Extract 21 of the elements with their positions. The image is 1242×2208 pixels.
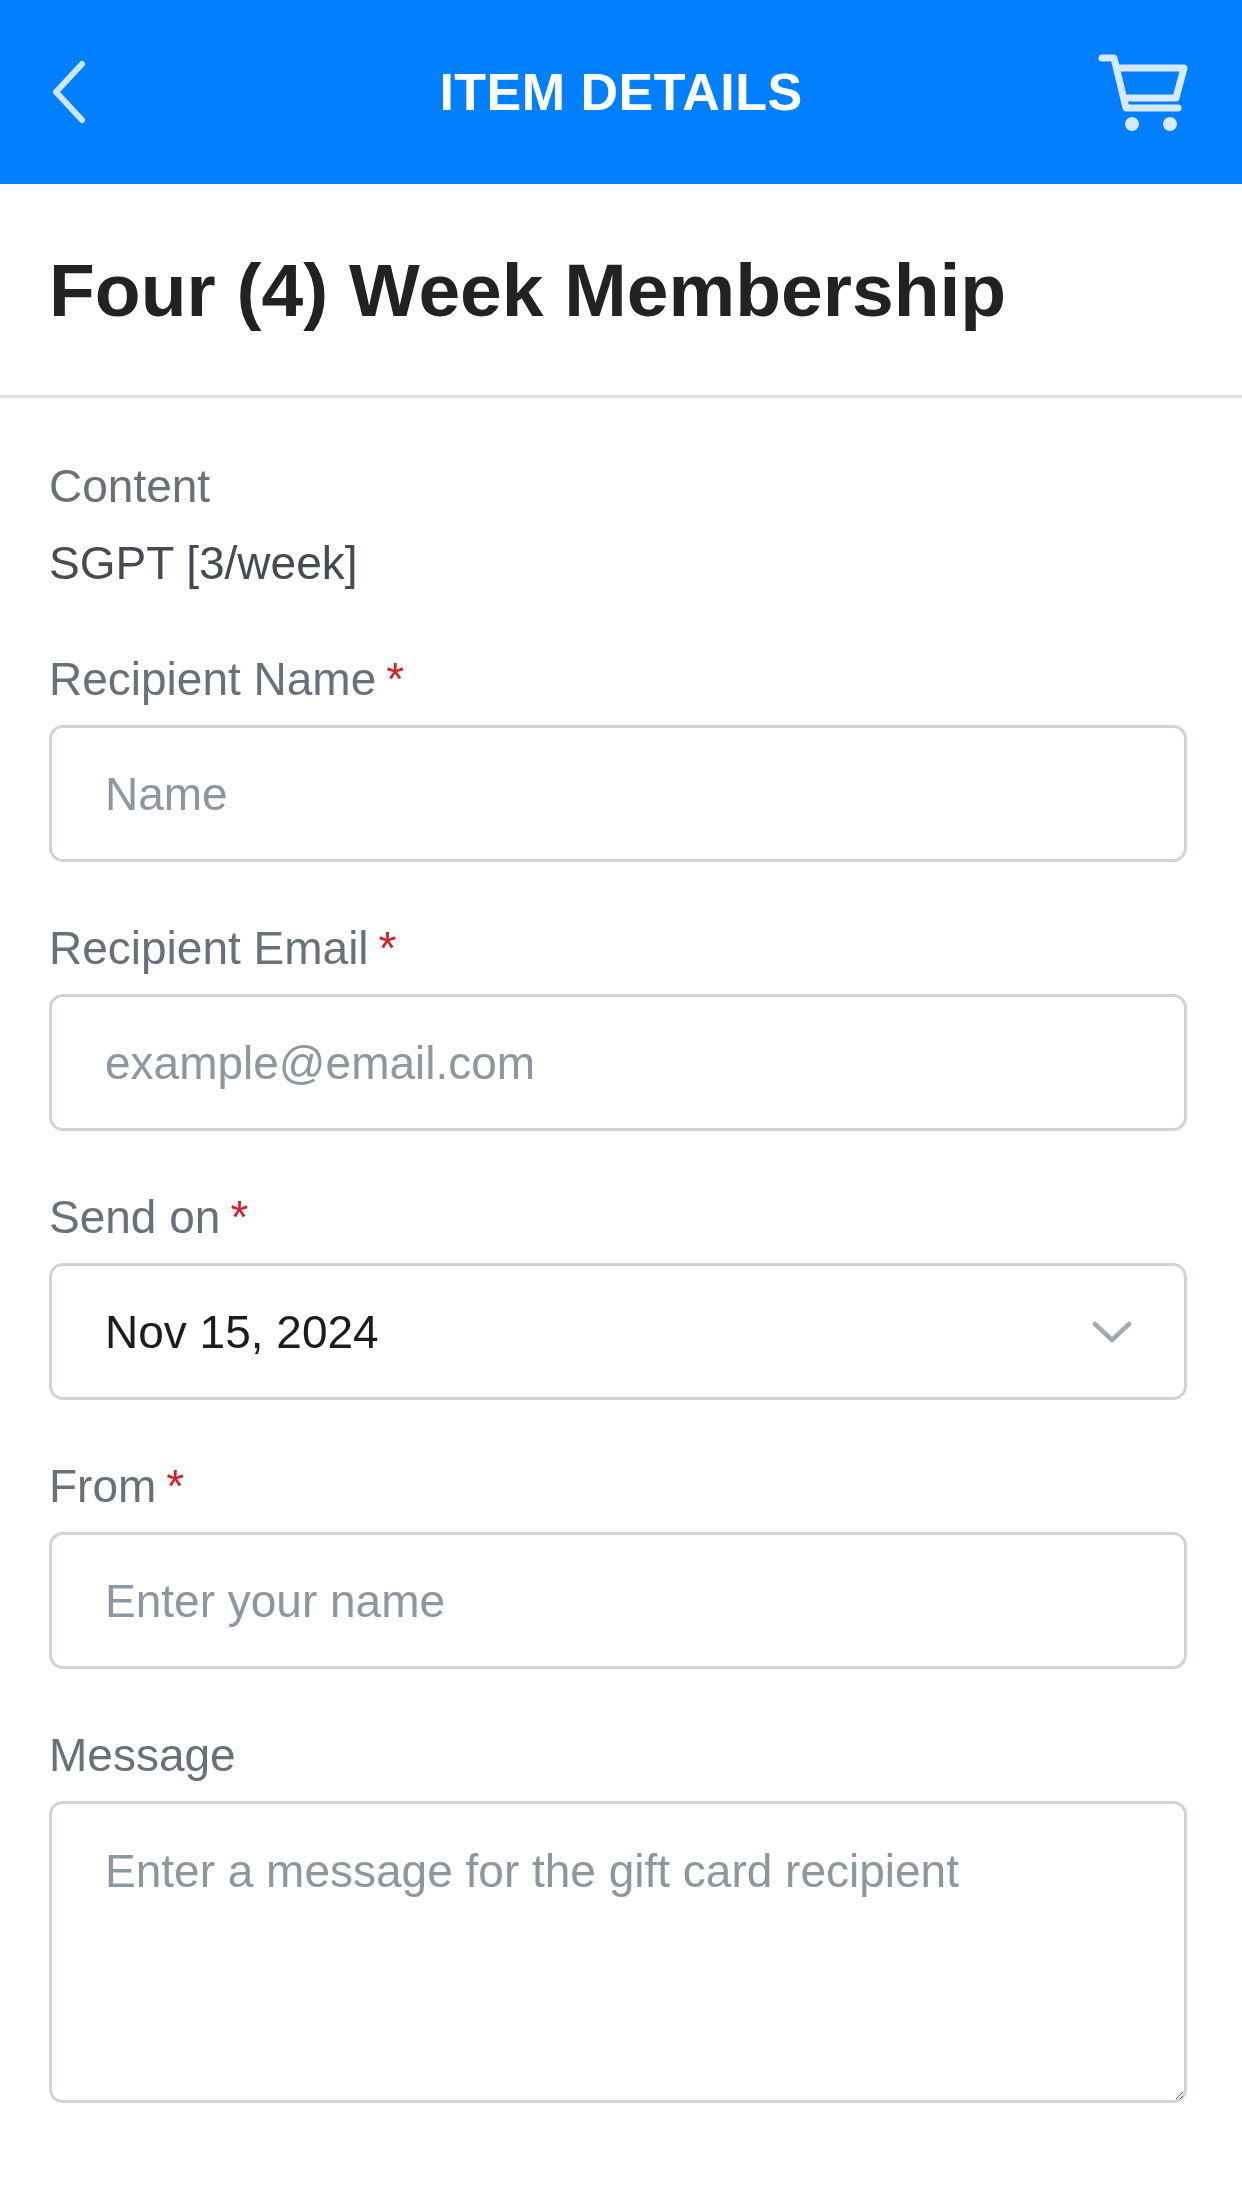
content-value: SGPT [3/week] [49, 536, 358, 591]
field-label: Recipient Name [49, 652, 377, 707]
content-label: Content [49, 459, 211, 514]
chevron-down-icon [1092, 1320, 1132, 1343]
date-select[interactable]: Nov 15, 2024 [49, 1263, 1187, 1400]
field-label: From [49, 1459, 157, 1514]
message-textarea[interactable]: Enter a message for the gift card recipient [49, 1801, 1187, 2103]
text-field[interactable]: Enter your name [49, 1532, 1187, 1669]
field-label: Recipient Email [49, 921, 369, 976]
back-icon[interactable] [50, 59, 88, 125]
item-title: Four (4) Week Membership [49, 247, 1008, 334]
required-mark: * [230, 1190, 249, 1245]
field-label: Message [49, 1728, 236, 1783]
text-field[interactable]: Name [49, 725, 1187, 862]
required-mark: * [378, 921, 397, 976]
cart-icon[interactable] [1098, 52, 1190, 132]
field-label: Send on [49, 1190, 221, 1245]
page-title: ITEM DETAILS [439, 62, 803, 123]
text-field[interactable]: example@email.com [49, 994, 1187, 1131]
required-mark: * [386, 652, 405, 707]
required-mark: * [166, 1459, 185, 1514]
